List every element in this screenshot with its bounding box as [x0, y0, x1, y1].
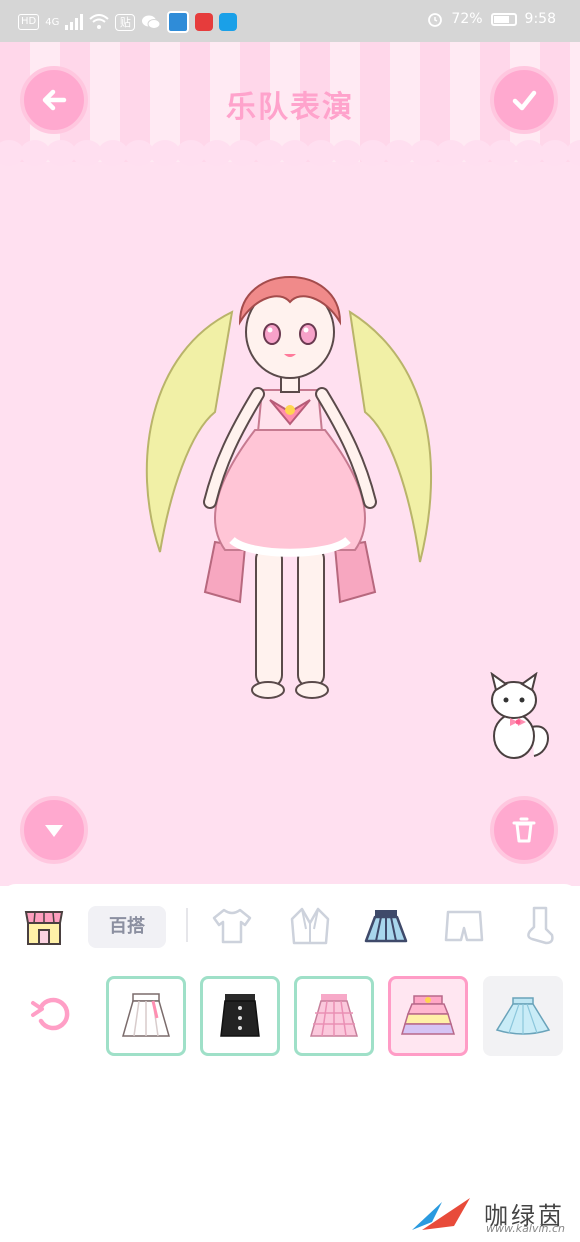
category-divider: [186, 908, 188, 942]
character-illustration: [145, 276, 433, 699]
checkmark-icon: [512, 90, 537, 111]
wifi-icon: [89, 14, 110, 29]
header-scallop: [0, 140, 580, 166]
jacket-icon: [290, 907, 330, 945]
item-white-pleated-skirt[interactable]: [106, 976, 186, 1056]
black-skirt-icon: [220, 994, 260, 1037]
item-pastel-tiered-skirt[interactable]: [388, 976, 468, 1056]
white-skirt-icon: [122, 993, 170, 1037]
plaid-skirt-icon: [310, 994, 358, 1037]
combo-tab[interactable]: 百搭: [88, 906, 166, 948]
arrow-left-icon: [42, 89, 67, 111]
tieba-app-icon: 贴: [115, 13, 136, 31]
hd-badge: HD: [18, 14, 40, 30]
wechat-icon: [142, 15, 161, 29]
tab-socks[interactable]: [516, 904, 564, 948]
kalvin-logo-icon: [412, 1198, 470, 1230]
wardrobe-panel: 百搭: [0, 884, 580, 1242]
sock-icon: [527, 906, 554, 945]
signal-icon: [65, 14, 84, 30]
alarm-icon: [428, 13, 443, 27]
delete-button[interactable]: [490, 796, 558, 864]
shop-button[interactable]: [20, 904, 68, 948]
watermark: 咖绿茵 www.kalvin.cn: [408, 1192, 566, 1235]
skirt-icon: [364, 910, 408, 943]
cat-pet-icon[interactable]: [482, 672, 554, 764]
rotate-reset-icon: [31, 997, 70, 1031]
shorts-icon: [444, 910, 484, 942]
back-button[interactable]: [20, 66, 88, 134]
shop-icon: [24, 911, 64, 945]
clock: 9:58: [524, 11, 556, 27]
tab-shorts[interactable]: [440, 904, 488, 948]
shirt-icon: [212, 908, 252, 944]
collapse-button[interactable]: [20, 796, 88, 864]
trash-icon: [512, 817, 536, 843]
watermark-url: www.kalvin.cn: [486, 1222, 566, 1235]
confirm-button[interactable]: [490, 66, 558, 134]
item-black-button-skirt[interactable]: [200, 976, 280, 1056]
character-stage: [0, 162, 580, 886]
tab-jackets[interactable]: [286, 904, 334, 948]
status-bar: HD 4G 贴 72% 9:58: [0, 0, 580, 42]
tab-skirts[interactable]: [362, 904, 410, 948]
item-light-blue-skirt[interactable]: [483, 976, 563, 1056]
item-pink-plaid-skirt[interactable]: [294, 976, 374, 1056]
tiered-skirt-icon: [400, 995, 456, 1035]
chevron-down-icon: [45, 825, 63, 837]
tab-tops[interactable]: [208, 904, 256, 948]
browser-app-icon: [167, 11, 190, 33]
blue-skirt-icon: [495, 997, 551, 1035]
network-type: 4G: [45, 16, 60, 28]
battery-percent: 72%: [451, 11, 483, 27]
news-app-icon: [195, 13, 214, 31]
reset-button[interactable]: [24, 992, 80, 1036]
alipay-app-icon: [219, 13, 238, 31]
battery-icon: [490, 12, 517, 26]
